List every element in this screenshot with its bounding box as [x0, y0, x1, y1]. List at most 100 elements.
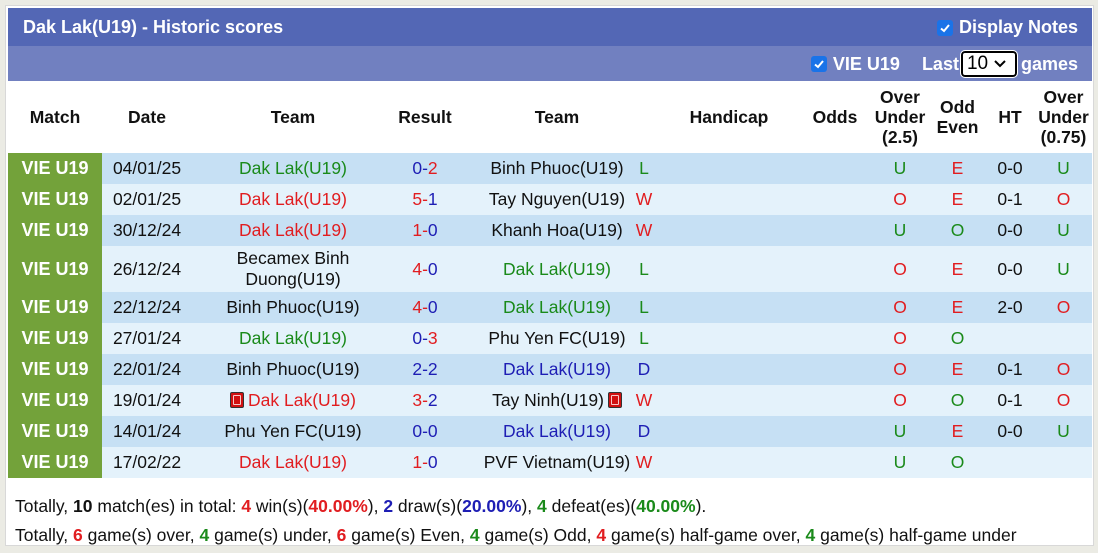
home-team-link[interactable]: Dak Lak(U19) [239, 452, 347, 472]
away-team-link[interactable]: Tay Ninh(U19) [492, 390, 604, 410]
match-league[interactable]: VIE U19 [21, 452, 88, 472]
score-away[interactable]: 2 [428, 390, 438, 410]
score-home[interactable]: 4 [412, 297, 422, 317]
summary-text: game(s) half-game under [815, 525, 1017, 545]
match-league-cell[interactable]: VIE U19 [8, 184, 102, 215]
match-league-cell[interactable]: VIE U19 [8, 323, 102, 354]
away-team-link[interactable]: Binh Phuoc(U19) [490, 158, 623, 178]
away-team-link[interactable]: Dak Lak(U19) [503, 259, 611, 279]
match-league[interactable]: VIE U19 [21, 297, 88, 317]
away-team-link[interactable]: Phu Yen FC(U19) [488, 328, 625, 348]
match-league-cell[interactable]: VIE U19 [8, 246, 102, 292]
display-notes-toggle[interactable]: Display Notes [936, 17, 1078, 38]
score-away[interactable]: 0 [428, 220, 438, 240]
ht-score: 0-0 [997, 258, 1023, 279]
home-team-cell[interactable]: Dak Lak(U19) [192, 153, 394, 184]
result-cell[interactable]: 1-0 [394, 215, 456, 246]
league-filter-checkbox[interactable] [810, 56, 827, 72]
home-team-link[interactable]: Dak Lak(U19) [248, 390, 356, 410]
result-cell[interactable]: 2-2 [394, 354, 456, 385]
home-team-link[interactable]: Binh Phuoc(U19) [226, 297, 359, 317]
home-team-link[interactable]: Dak Lak(U19) [239, 328, 347, 348]
score-away[interactable]: 0 [428, 452, 438, 472]
home-team-cell[interactable]: Dak Lak(U19) [192, 323, 394, 354]
home-team-link[interactable]: Dak Lak(U19) [239, 220, 347, 240]
result-cell[interactable]: 3-2 [394, 385, 456, 416]
over-under-2-5-value: O [893, 328, 907, 348]
home-team-cell[interactable]: Dak Lak(U19) [192, 215, 394, 246]
match-league[interactable]: VIE U19 [21, 259, 88, 279]
home-team-cell[interactable]: Phu Yen FC(U19) [192, 416, 394, 447]
match-date: 27/01/24 [112, 328, 182, 348]
result-cell[interactable]: 1-0 [394, 447, 456, 478]
score-home[interactable]: 0 [412, 421, 422, 441]
match-league[interactable]: VIE U19 [21, 421, 88, 441]
match-league-cell[interactable]: VIE U19 [8, 215, 102, 246]
result-cell[interactable]: 0-0 [394, 416, 456, 447]
games-count-select[interactable]: 10 [959, 50, 1018, 78]
home-team-cell[interactable]: Dak Lak(U19) [192, 184, 394, 215]
away-team-link[interactable]: PVF Vietnam(U19) [484, 452, 631, 472]
score-home[interactable]: 5 [412, 189, 422, 209]
home-team-cell[interactable]: Dak Lak(U19) [192, 447, 394, 478]
match-league-cell[interactable]: VIE U19 [8, 292, 102, 323]
score-home[interactable]: 3 [412, 390, 422, 410]
score-home[interactable]: 1 [412, 452, 422, 472]
date-cell: 22/01/24 [102, 354, 192, 385]
home-team-cell[interactable]: Binh Phuoc(U19) [192, 354, 394, 385]
home-team-link[interactable]: Phu Yen FC(U19) [224, 421, 361, 441]
table-row: VIE U19 19/01/24 Dak Lak(U19) 3-2 Tay Ninh(U… [8, 385, 1092, 416]
result-cell[interactable]: 4-0 [394, 246, 456, 292]
away-team-link[interactable]: Tay Nguyen(U19) [489, 189, 625, 209]
over-under-2-5-value: U [893, 452, 907, 472]
home-team-cell[interactable]: Binh Phuoc(U19) [192, 292, 394, 323]
score-away[interactable]: 0 [428, 421, 438, 441]
score-away[interactable]: 0 [428, 259, 438, 279]
away-team-link[interactable]: Dak Lak(U19) [503, 297, 611, 317]
match-league-cell[interactable]: VIE U19 [8, 447, 102, 478]
handicap-cell: W [636, 447, 800, 478]
odd-even-cell: O [930, 323, 985, 354]
col-header-away-team: Team [456, 81, 658, 153]
result-cell[interactable]: 4-0 [394, 292, 456, 323]
score-away[interactable]: 2 [428, 158, 438, 178]
score-home[interactable]: 0 [412, 158, 422, 178]
match-league-cell[interactable]: VIE U19 [8, 354, 102, 385]
score-home[interactable]: 0 [412, 328, 422, 348]
home-team-link[interactable]: Dak Lak(U19) [239, 189, 347, 209]
score-home[interactable]: 1 [412, 220, 422, 240]
score-away[interactable]: 0 [428, 297, 438, 317]
odd-even-value: E [951, 258, 964, 279]
score-away[interactable]: 2 [428, 359, 438, 379]
home-team-link[interactable]: Binh Phuoc(U19) [226, 359, 359, 379]
odds-cell [800, 385, 870, 416]
away-team-link[interactable]: Dak Lak(U19) [503, 421, 611, 441]
handicap-cell: L [639, 246, 800, 292]
away-team-link[interactable]: Dak Lak(U19) [503, 359, 611, 379]
score-away[interactable]: 1 [428, 189, 438, 209]
home-team-cell[interactable]: Becamex Binh Duong(U19) [192, 246, 394, 292]
result-cell[interactable]: 0-2 [394, 153, 456, 184]
home-team-link[interactable]: Becamex Binh Duong(U19) [237, 248, 350, 289]
col-header-match: Match [8, 81, 102, 153]
match-league[interactable]: VIE U19 [21, 390, 88, 410]
score-home[interactable]: 4 [412, 259, 422, 279]
result-cell[interactable]: 0-3 [394, 323, 456, 354]
match-league[interactable]: VIE U19 [21, 328, 88, 348]
score-home[interactable]: 2 [412, 359, 422, 379]
match-league[interactable]: VIE U19 [21, 220, 88, 240]
result-cell[interactable]: 5-1 [394, 184, 456, 215]
match-league[interactable]: VIE U19 [21, 189, 88, 209]
match-league-cell[interactable]: VIE U19 [8, 385, 102, 416]
away-team-link[interactable]: Khanh Hoa(U19) [491, 220, 622, 240]
table-header-row: Match Date Team Result Team Handicap Odd… [8, 81, 1092, 153]
match-league[interactable]: VIE U19 [21, 158, 88, 178]
match-league[interactable]: VIE U19 [21, 359, 88, 379]
match-league-cell[interactable]: VIE U19 [8, 153, 102, 184]
home-team-link[interactable]: Dak Lak(U19) [239, 158, 347, 178]
score-away[interactable]: 3 [428, 328, 438, 348]
match-league-cell[interactable]: VIE U19 [8, 416, 102, 447]
home-team-cell[interactable]: Dak Lak(U19) [192, 385, 394, 416]
display-notes-checkbox[interactable] [936, 19, 953, 36]
col-header-ht: HT [985, 81, 1035, 153]
